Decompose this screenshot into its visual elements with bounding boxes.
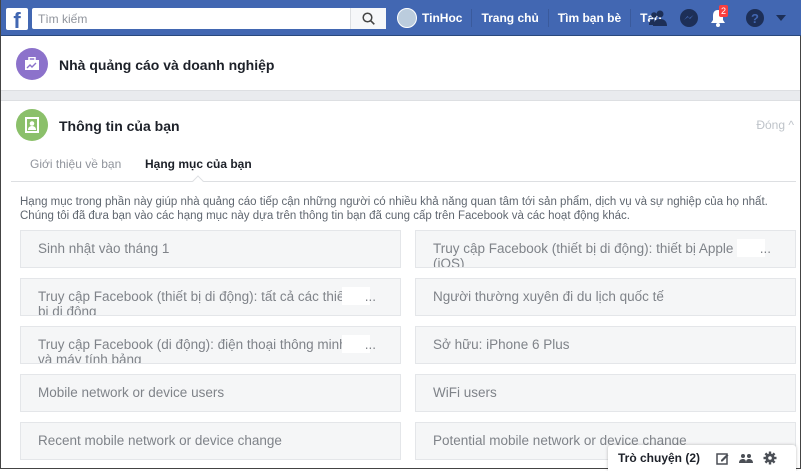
category-card[interactable]: Người thường xuyên đi du lịch quốc tế [415,278,796,316]
tab-your-categories[interactable]: Hạng mục của bạn [145,157,252,171]
facebook-logo[interactable]: f [6,8,28,30]
main-nav: TinHoc Trang chủ Tìm bạn bè Tạo [397,0,661,36]
profile-link[interactable]: TinHoc [422,11,462,25]
tab-about-you[interactable]: Giới thiệu về bạn [30,157,121,171]
category-card[interactable]: Truy cập Facebook (di động): điện thoại … [20,326,401,364]
svg-text:?: ? [751,11,759,26]
ellipsis: ... [759,241,771,256]
briefcase-icon [16,48,48,80]
search-button[interactable] [350,8,386,29]
divider [630,9,632,27]
category-label: Sinh nhật vào tháng 1 [38,241,170,256]
category-card[interactable]: WiFi users [415,374,796,412]
category-label: Sở hữu: iPhone 6 Plus [433,337,570,352]
help-icon[interactable]: ? [745,8,765,28]
section-title: Nhà quảng cáo và doanh nghiệp [59,57,275,73]
close-label: Đóng [756,118,786,132]
chevron-up-icon: ^ [788,118,794,132]
category-label: WiFi users [433,385,497,400]
avatar[interactable] [397,8,417,28]
category-label: Truy cập Facebook (di động): điện thoại … [38,337,347,364]
search-input[interactable] [32,8,348,29]
friend-requests-icon[interactable] [648,8,668,28]
category-label: Truy cập Facebook (thiết bị di động): th… [433,241,734,268]
category-label: Mobile network or device users [38,385,225,400]
tab-divider [11,181,796,182]
home-link[interactable]: Trang chủ [481,11,538,25]
messenger-icon[interactable] [679,8,699,28]
section-title: Thông tin của bạn [59,118,180,134]
active-tab-caret [192,175,204,187]
compose-icon[interactable] [716,452,729,465]
category-label: Truy cập Facebook (thiết bị di động): tấ… [38,289,349,316]
search-icon [362,12,375,25]
category-card[interactable]: Truy cập Facebook (thiết bị di động): th… [415,230,796,268]
categories-description: Hạng mục trong phần này giúp nhà quảng c… [20,196,768,222]
chat-bar[interactable]: Trò chuyện (2) [608,445,796,471]
profile-card-icon [16,109,48,141]
category-label: Recent mobile network or device change [38,433,282,448]
category-card[interactable]: Mobile network or device users [20,374,401,412]
category-card[interactable]: Sở hữu: iPhone 6 Plus [415,326,796,364]
chat-label: Trò chuyện (2) [618,451,701,465]
group-chat-icon[interactable] [739,452,754,465]
top-navigation-bar: f TinHoc Trang chủ Tìm bạn bè Tạo 2 ? [1,0,801,36]
ellipsis: ... [364,289,376,304]
settings-gear-icon[interactable] [763,451,777,465]
advertisers-section[interactable]: Nhà quảng cáo và doanh nghiệp [1,37,800,91]
category-label: Người thường xuyên đi du lịch quốc tế [433,289,664,304]
notification-badge: 2 [719,5,729,17]
search-box [32,8,386,29]
divider [547,9,549,27]
category-card[interactable]: Recent mobile network or device change [20,422,401,460]
chevron-down-icon[interactable] [775,13,787,23]
category-card[interactable]: Truy cập Facebook (thiết bị di động): tấ… [20,278,401,316]
close-section-button[interactable]: Đóng ^ [756,118,794,132]
find-friends-link[interactable]: Tìm bạn bè [558,11,621,25]
category-card[interactable]: Sinh nhật vào tháng 1 [20,230,401,268]
ellipsis: ... [364,337,376,352]
divider [471,9,473,27]
section-separator [1,91,800,101]
